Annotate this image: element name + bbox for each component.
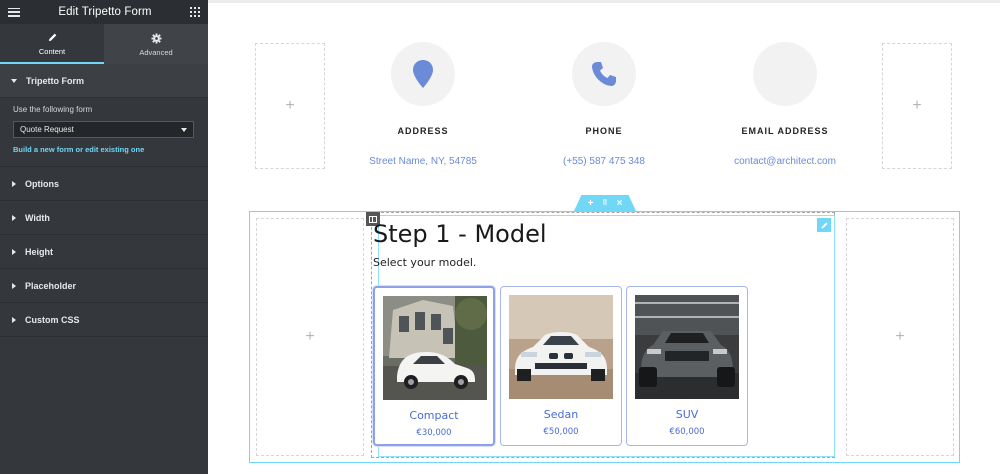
caret-right-icon xyxy=(12,180,16,187)
location-pin-icon xyxy=(413,60,433,88)
option-name: Compact xyxy=(409,409,459,422)
option-price: €60,000 xyxy=(669,427,705,437)
form-select-dropdown[interactable]: Quote Request xyxy=(13,121,194,138)
contact-label: PHONE xyxy=(585,126,623,136)
delete-section-icon[interactable]: × xyxy=(617,198,623,209)
section-options[interactable]: Options xyxy=(0,167,208,201)
caret-down-icon xyxy=(11,78,17,83)
option-price: €30,000 xyxy=(416,428,452,438)
caret-right-icon xyxy=(12,214,16,221)
page-canvas: + + ADDRESS Street Name, NY, 54785 PHONE… xyxy=(208,0,1000,474)
add-widget-icon[interactable]: + xyxy=(895,328,904,346)
option-name: SUV xyxy=(675,408,699,421)
section-custom-css-label: Custom CSS xyxy=(25,314,80,325)
contact-value[interactable]: Street Name, NY, 54785 xyxy=(348,156,498,167)
section-tripetto-form[interactable]: Tripetto Form xyxy=(0,64,208,98)
tab-content[interactable]: Content xyxy=(0,24,104,64)
form-select-value: Quote Request xyxy=(20,125,74,134)
caret-right-icon xyxy=(12,316,16,323)
contact-phone: PHONE (+55) 587 475 348 xyxy=(529,42,679,167)
contact-label: ADDRESS xyxy=(397,126,449,136)
option-price: €50,000 xyxy=(543,427,579,437)
edit-widget-button[interactable] xyxy=(817,218,831,232)
option-name: Sedan xyxy=(543,408,579,421)
dropdown-caret-icon xyxy=(181,127,187,132)
phone-icon-circle xyxy=(572,42,636,106)
caret-right-icon xyxy=(12,282,16,289)
section-custom-css[interactable]: Custom CSS xyxy=(0,303,208,337)
tab-advanced[interactable]: Advanced xyxy=(104,24,208,64)
section-tripetto-form-label: Tripetto Form xyxy=(26,75,84,86)
pencil-icon xyxy=(47,31,58,44)
section-placeholder[interactable]: Placeholder xyxy=(0,269,208,303)
tab-content-label: Content xyxy=(38,46,66,56)
empty-column-left[interactable]: + xyxy=(256,218,364,456)
sidebar-tabs: Content Advanced xyxy=(0,24,208,64)
form-step-description: Select your model. xyxy=(373,256,477,269)
empty-column-right[interactable]: + xyxy=(882,43,952,169)
build-form-link[interactable]: Build a new form or edit existing one xyxy=(13,145,195,154)
contact-address: ADDRESS Street Name, NY, 54785 xyxy=(348,42,498,167)
section-width-label: Width xyxy=(25,212,50,223)
add-widget-icon[interactable]: + xyxy=(305,328,314,346)
editor-sidebar: Edit Tripetto Form Content Advanced Trip… xyxy=(0,0,208,474)
tripetto-form-controls: Use the following form Quote Request Bui… xyxy=(0,98,208,167)
contact-value[interactable]: (+55) 587 475 348 xyxy=(529,156,679,167)
form-select-label: Use the following form xyxy=(13,105,93,114)
sidebar-header: Edit Tripetto Form xyxy=(0,0,208,24)
phone-icon xyxy=(592,62,616,86)
hamburger-menu-icon[interactable] xyxy=(8,7,20,17)
empty-column-left[interactable]: + xyxy=(255,43,325,169)
option-card-sedan[interactable]: Sedan €50,000 xyxy=(500,286,622,446)
option-card-suv[interactable]: SUV €60,000 xyxy=(626,286,748,446)
canvas-top-edge xyxy=(208,0,1000,3)
add-widget-icon[interactable]: + xyxy=(912,97,921,115)
drag-section-icon[interactable]: ⠿ xyxy=(602,199,607,207)
contact-email: EMAIL ADDRESS contact@architect.com xyxy=(710,42,860,167)
section-width[interactable]: Width xyxy=(0,201,208,235)
option-card-compact[interactable]: Compact €30,000 xyxy=(373,286,495,446)
section-options-label: Options xyxy=(25,178,59,189)
compact-car-photo xyxy=(383,296,487,400)
pencil-icon xyxy=(821,221,828,228)
add-widget-icon[interactable]: + xyxy=(285,97,294,115)
section-toolbar: + ⠿ × xyxy=(574,195,636,211)
section-height[interactable]: Height xyxy=(0,235,208,269)
caret-right-icon xyxy=(12,248,16,255)
sedan-car-photo xyxy=(509,295,613,399)
gear-icon xyxy=(150,32,162,45)
add-section-icon[interactable]: + xyxy=(588,198,594,209)
sidebar-title: Edit Tripetto Form xyxy=(58,6,152,18)
section-placeholder-label: Placeholder xyxy=(25,280,77,291)
section-height-label: Height xyxy=(25,246,53,257)
form-step-title: Step 1 - Model xyxy=(373,220,547,248)
email-icon-circle xyxy=(753,42,817,106)
contact-label: EMAIL ADDRESS xyxy=(741,126,829,136)
contact-value[interactable]: contact@architect.com xyxy=(710,156,860,167)
tab-advanced-label: Advanced xyxy=(139,47,173,57)
empty-column-right[interactable]: + xyxy=(846,218,954,456)
address-icon-circle xyxy=(391,42,455,106)
suv-car-photo xyxy=(635,295,739,399)
apps-grid-icon[interactable] xyxy=(189,7,200,17)
